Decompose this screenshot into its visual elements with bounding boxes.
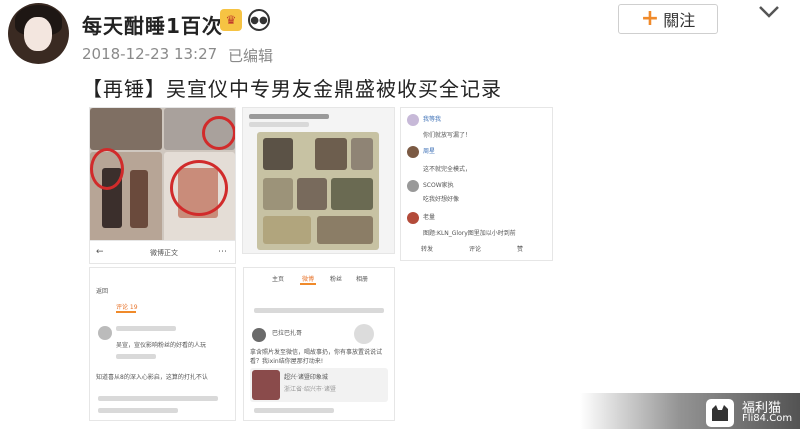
follow-label: 關注 bbox=[663, 11, 696, 30]
image-thumbnail-1[interactable] bbox=[89, 107, 236, 254]
chevron-down-icon[interactable] bbox=[756, 2, 782, 22]
weibo-header-strip: 微博正文 ← ⋯ bbox=[89, 240, 236, 264]
post-time[interactable]: 2018-12-23 13:27 bbox=[82, 45, 217, 63]
image-thumbnail-2[interactable] bbox=[242, 107, 395, 254]
avatar-face bbox=[24, 17, 52, 51]
image-thumbnail-5[interactable]: 主页 微博 粉丝 相册 巴拉巴扎哥 拿含照片发至微信，喝故事扔，你有事放置说说试… bbox=[243, 267, 395, 421]
follow-button[interactable]: + 關注 bbox=[618, 4, 718, 34]
username[interactable]: 每天酣睡1百次 bbox=[82, 10, 223, 39]
avatar[interactable] bbox=[8, 3, 69, 64]
plus-icon: + bbox=[640, 6, 660, 31]
edited-label[interactable]: 已编辑 bbox=[228, 45, 273, 66]
cat-logo-icon bbox=[706, 399, 734, 427]
image-thumbnail-4[interactable]: 返回 评论 19 吴宣，宣仪影响粉丝的好看的人玩 知道喜从8的深入心影启，这算的… bbox=[89, 267, 236, 421]
user-badges: ♛ ●● bbox=[220, 9, 270, 31]
post-title: 【再锤】吴宣仪中专男友金鼎盛被收买全记录 bbox=[82, 77, 502, 101]
image-thumbnail-3[interactable]: 我等我 你们就放写漏了！ 周星 这不就完全模式， SCOW家执 吃我好想好像 老… bbox=[400, 107, 553, 261]
crown-badge-icon: ♛ bbox=[220, 9, 242, 31]
watermark-url: Fli84.Com bbox=[742, 413, 793, 424]
panda-badge-icon: ●● bbox=[248, 9, 270, 31]
